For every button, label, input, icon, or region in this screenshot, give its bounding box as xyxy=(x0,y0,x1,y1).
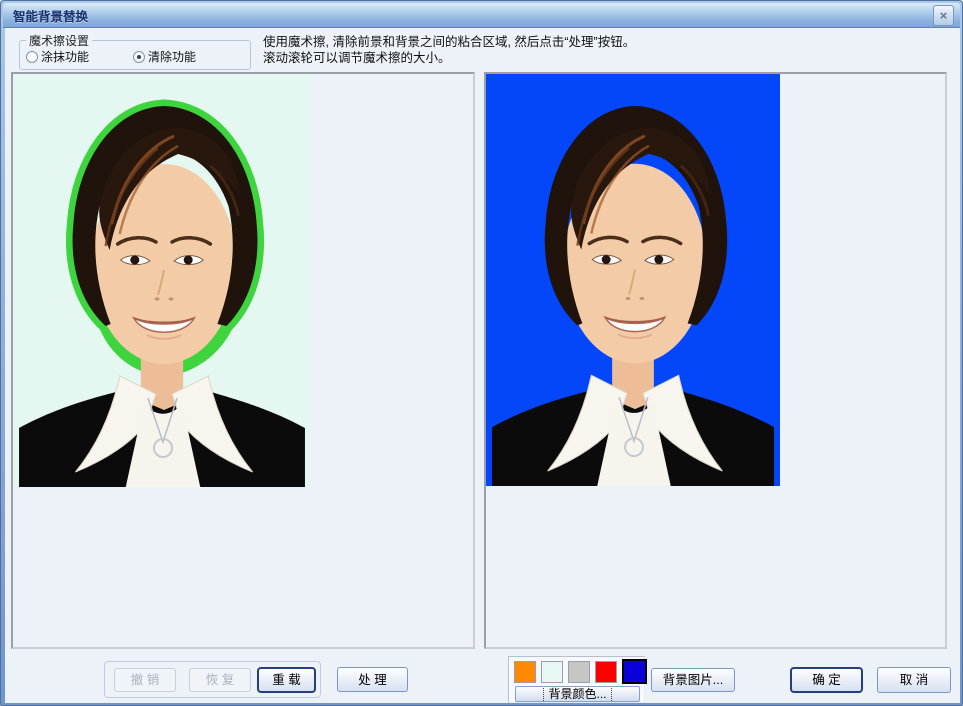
color-swatch-row xyxy=(511,659,649,684)
color-swatch-gray[interactable] xyxy=(568,661,590,683)
reload-button[interactable]: 重 载 xyxy=(257,667,316,693)
result-panel xyxy=(484,72,947,649)
radio-circle-icon[interactable] xyxy=(26,51,38,63)
radio-erase-mode[interactable]: 清除功能 xyxy=(133,48,196,65)
magic-eraser-settings-group: 魔术擦设置 涂抹功能 清除功能 xyxy=(19,40,251,70)
undo-button[interactable]: 撤 销 xyxy=(114,668,176,692)
instruction-line-2: 滚动滚轮可以调节魔术擦的大小。 xyxy=(263,50,903,66)
dialog-window: 智能背景替换 × 魔术擦设置 涂抹功能 清除功能 使用魔术擦, 清除前景和背景之… xyxy=(0,0,963,706)
radio-smear-label: 涂抹功能 xyxy=(41,48,89,65)
color-swatch-red[interactable] xyxy=(595,661,617,683)
close-icon[interactable]: × xyxy=(933,5,954,26)
group-title: 魔术擦设置 xyxy=(26,32,92,49)
dialog-title: 智能背景替换 xyxy=(13,6,88,25)
color-swatch-orange[interactable] xyxy=(514,661,536,683)
source-photo-canvas[interactable] xyxy=(13,74,311,487)
radio-erase-label: 清除功能 xyxy=(148,48,196,65)
instruction-line-1: 使用魔术擦, 清除前景和背景之间的粘合区域, 然后点击“处理”按钮。 xyxy=(263,34,903,50)
process-button[interactable]: 处 理 xyxy=(337,667,408,692)
cancel-button[interactable]: 取 消 xyxy=(877,667,951,693)
background-color-button[interactable]: 背景颜色... xyxy=(515,686,640,702)
radio-row: 涂抹功能 清除功能 xyxy=(26,48,246,65)
redo-button[interactable]: 恢 复 xyxy=(189,668,251,692)
edit-history-group: 撤 销 恢 复 重 载 xyxy=(104,661,321,698)
color-swatch-pale-cyan[interactable] xyxy=(541,661,563,683)
instruction-text: 使用魔术擦, 清除前景和背景之间的粘合区域, 然后点击“处理”按钮。 滚动滚轮可… xyxy=(263,34,903,66)
dialog-client-area: 魔术擦设置 涂抹功能 清除功能 使用魔术擦, 清除前景和背景之间的粘合区域, 然… xyxy=(5,28,960,703)
title-bar[interactable]: 智能背景替换 × xyxy=(3,3,960,28)
color-swatch-blue[interactable] xyxy=(622,659,647,684)
background-color-widget: 背景颜色... xyxy=(508,656,645,703)
ok-button[interactable]: 确 定 xyxy=(790,667,863,693)
radio-circle-icon[interactable] xyxy=(133,51,145,63)
radio-smear-mode[interactable]: 涂抹功能 xyxy=(26,48,89,65)
background-image-button[interactable]: 背景图片... xyxy=(651,668,735,692)
source-panel xyxy=(11,72,475,649)
result-photo-preview xyxy=(486,74,780,486)
background-color-label: 背景颜色... xyxy=(543,688,611,701)
